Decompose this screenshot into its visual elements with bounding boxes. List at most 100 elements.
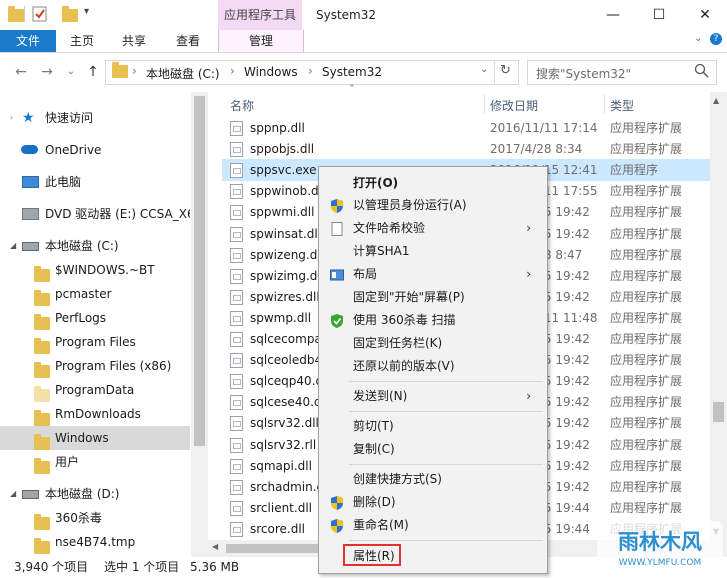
close-button[interactable]: ✕ [682, 0, 727, 30]
breadcrumb-system32[interactable]: System32 [322, 65, 382, 79]
nav-onedrive[interactable]: OneDrive [0, 138, 190, 162]
nav-folder-selected[interactable]: Windows [0, 426, 190, 450]
collapse-arrow-icon[interactable]: ◢ [10, 234, 16, 258]
nav-folder[interactable]: 360杀毒 [0, 506, 190, 530]
tab-manage[interactable]: 管理 [218, 30, 304, 52]
new-folder-quick-access-icon[interactable] [62, 6, 78, 22]
tab-share[interactable]: 共享 [122, 30, 146, 52]
minimize-button[interactable]: — [590, 0, 636, 30]
nav-dvd-drive[interactable]: DVD 驱动器 (E:) CCSA_X64 [0, 202, 190, 226]
menu-properties[interactable]: 属性(R) [321, 544, 545, 567]
breadcrumb-separator-icon[interactable]: › [308, 64, 313, 78]
nav-drive-d[interactable]: ◢ 本地磁盘 (D:) [0, 482, 190, 506]
menu-create-shortcut[interactable]: 创建快捷方式(S) [321, 468, 545, 490]
menu-send-to[interactable]: 发送到(N) › [321, 385, 545, 407]
sort-arrow-icon: ⌃ [348, 84, 356, 94]
help-icon[interactable]: ? [710, 33, 722, 45]
breadcrumb-drive-c[interactable]: 本地磁盘 (C:) [146, 65, 220, 82]
nav-folder[interactable]: Program Files (x86) [0, 354, 190, 378]
nav-label: 本地磁盘 (D:) [45, 487, 120, 501]
menu-label: 打开(O) [353, 176, 399, 190]
file-list-scrollbar[interactable] [710, 92, 727, 557]
breadcrumb-separator-icon[interactable]: › [230, 64, 235, 78]
tab-view[interactable]: 查看 [176, 30, 200, 52]
column-header-date[interactable]: 修改日期 [490, 97, 538, 114]
nav-label: Program Files [55, 335, 136, 349]
breadcrumb-separator-icon[interactable]: › [132, 64, 137, 78]
dll-file-icon [230, 332, 243, 347]
nav-folder[interactable]: ProgramData [0, 378, 190, 402]
nav-folder[interactable]: nse4B74.tmp [0, 530, 190, 554]
properties-quick-access-icon[interactable] [32, 6, 48, 22]
menu-label: 文件哈希校验 [353, 221, 426, 235]
menu-pin-taskbar[interactable]: 固定到任务栏(K) [321, 332, 545, 354]
nav-folder[interactable]: RmDownloads [0, 402, 190, 426]
expand-arrow-icon[interactable]: › [10, 106, 13, 130]
file-row[interactable]: sppobjs.dll 2017/4/28 8:34 应用程序扩展 [222, 138, 710, 160]
back-button[interactable]: ← [12, 62, 30, 82]
menu-delete[interactable]: 删除(D) [321, 491, 545, 513]
nav-folder[interactable]: pcmaster [0, 282, 190, 306]
column-header-type[interactable]: 类型 [610, 97, 634, 114]
customize-quick-access-icon[interactable]: ▾ [84, 6, 89, 17]
refresh-icon[interactable]: ↻ [500, 63, 511, 78]
recent-locations-button[interactable]: ⌄ [62, 62, 80, 82]
address-history-icon[interactable]: ⌄ [480, 64, 488, 75]
menu-run-as-admin[interactable]: 以管理员身份运行(A) [321, 194, 545, 216]
nav-label: DVD 驱动器 (E:) CCSA_X64 [45, 207, 190, 221]
menu-scan-360[interactable]: 使用 360杀毒 扫描 [321, 309, 545, 331]
file-type: 应用程序扩展 [610, 226, 683, 241]
tab-file[interactable]: 文件 [0, 30, 56, 52]
search-input[interactable]: 搜索"System32" [527, 60, 717, 85]
file-name: sqlcese40.dll [250, 395, 329, 410]
menu-label: 删除(D) [353, 495, 396, 509]
nav-label: nse4B74.tmp [55, 535, 136, 549]
menu-cut[interactable]: 剪切(T) [321, 415, 545, 437]
menu-open[interactable]: 打开(O) [321, 172, 545, 194]
nav-pane-scroll-thumb[interactable] [194, 96, 205, 446]
menu-rename[interactable]: 重命名(M) [321, 514, 545, 536]
menu-restore-versions[interactable]: 还原以前的版本(V) [321, 355, 545, 377]
nav-folder[interactable]: Program Files [0, 330, 190, 354]
dvd-drive-icon [22, 208, 39, 220]
ribbon-expand-icon[interactable]: ⌄ [694, 33, 702, 44]
tab-home[interactable]: 主页 [70, 30, 94, 52]
scroll-up-icon[interactable]: ▲ [713, 96, 719, 105]
menu-label: 使用 360杀毒 扫描 [353, 313, 456, 327]
nav-folder[interactable]: $WINDOWS.~BT [0, 258, 190, 282]
menu-label: 复制(C) [353, 442, 395, 456]
up-button[interactable]: ↑ [84, 62, 102, 82]
menu-pin-start[interactable]: 固定到"开始"屏幕(P) [321, 286, 545, 308]
forward-button[interactable]: → [38, 62, 56, 82]
menu-label: 以管理员身份运行(A) [353, 198, 467, 212]
file-type: 应用程序扩展 [610, 479, 683, 494]
dll-file-icon [230, 205, 243, 221]
dll-file-icon [230, 310, 243, 326]
nav-folder[interactable]: 用户 [0, 450, 190, 474]
uac-shield-icon [330, 198, 344, 213]
menu-copy[interactable]: 复制(C) [321, 438, 545, 460]
search-icon[interactable] [694, 63, 710, 82]
menu-compute-sha1[interactable]: 计算SHA1 [321, 240, 545, 262]
file-type: 应用程序扩展 [610, 500, 683, 515]
file-row[interactable]: sppnp.dll 2016/11/11 17:14 应用程序扩展 [222, 117, 710, 139]
maximize-button[interactable]: ☐ [636, 0, 682, 30]
nav-quick-access[interactable]: › ★ 快速访问 [0, 106, 190, 130]
menu-label: 创建快捷方式(S) [353, 472, 442, 486]
column-header-name[interactable]: 名称 [230, 97, 254, 114]
uac-shield-icon [330, 518, 344, 533]
scroll-left-icon[interactable]: ◀ [212, 542, 218, 551]
file-list-scroll-thumb[interactable] [713, 402, 724, 422]
menu-file-hash[interactable]: 文件哈希校验 › [321, 217, 545, 239]
collapse-arrow-icon[interactable]: ◢ [10, 482, 16, 506]
file-type: 应用程序扩展 [610, 121, 683, 135]
menu-label: 布局 [353, 267, 378, 281]
breadcrumb-windows[interactable]: Windows [244, 65, 298, 79]
nav-label: OneDrive [45, 143, 102, 157]
menu-label: 计算SHA1 [353, 244, 410, 258]
nav-folder[interactable]: PerfLogs [0, 306, 190, 330]
address-bar[interactable]: › 本地磁盘 (C:) › Windows › System32 ⌄ ↻ [105, 60, 519, 85]
nav-this-pc[interactable]: 此电脑 [0, 170, 190, 194]
nav-drive-c[interactable]: ◢ 本地磁盘 (C:) [0, 234, 190, 258]
menu-layout[interactable]: 布局 › [321, 263, 545, 285]
